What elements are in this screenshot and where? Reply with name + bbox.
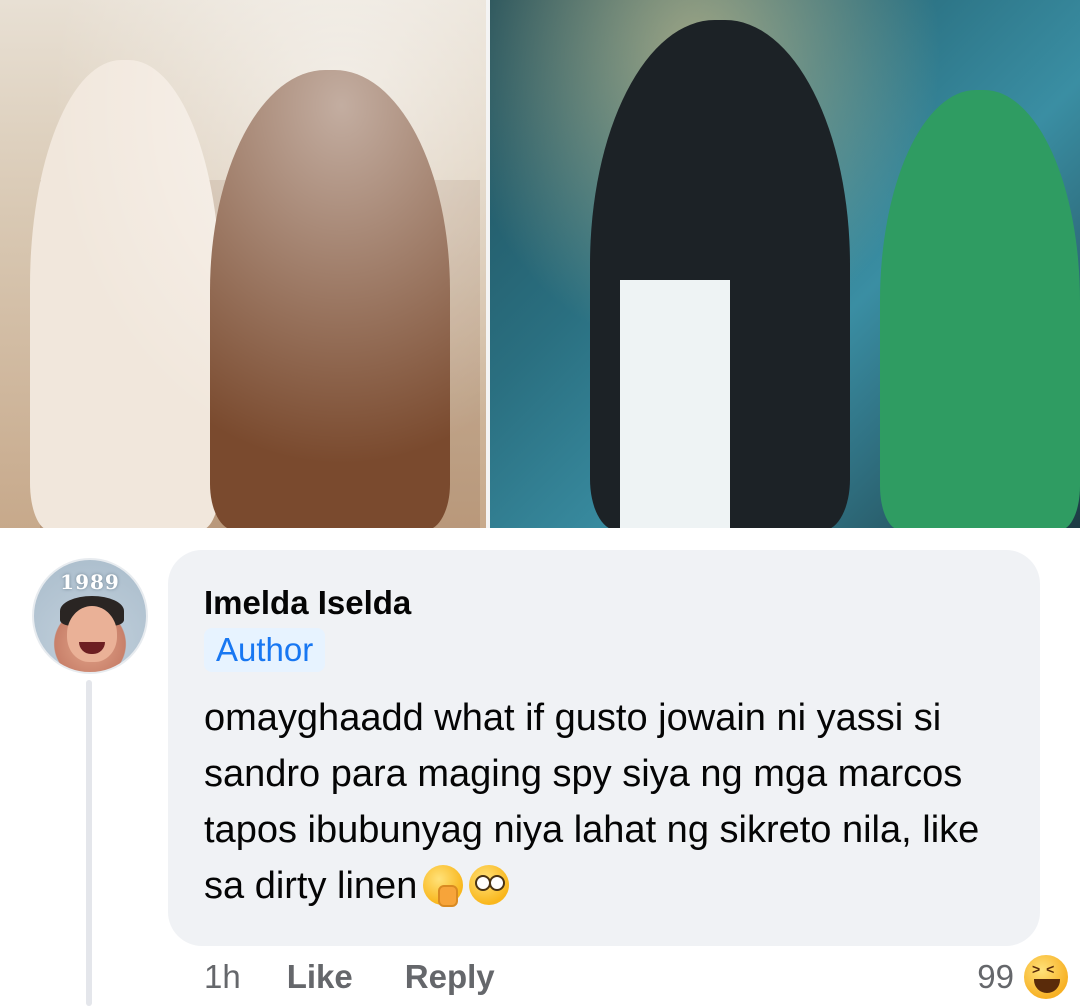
reaction-summary[interactable]: 99: [977, 953, 1070, 1001]
author-badge: Author: [204, 628, 326, 672]
reply-button[interactable]: Reply: [405, 958, 495, 996]
comment-bubble: Imelda Iselda Author omayghaadd what if …: [168, 550, 1040, 946]
face-with-hand-over-mouth-icon: [423, 865, 464, 907]
comment-actions: 1h Like Reply: [204, 956, 547, 998]
avatar-label: 1989: [60, 570, 120, 594]
haha-icon: [1022, 953, 1070, 1001]
reply-thread-line: [86, 680, 92, 1006]
comment-timestamp[interactable]: 1h: [204, 958, 241, 996]
author-name[interactable]: Imelda Iselda: [204, 584, 411, 622]
comment-body: omayghaadd what if gusto jowain ni yassi…: [204, 697, 980, 907]
post-image-collage[interactable]: [0, 0, 1080, 530]
flushed-face-icon: [469, 865, 510, 905]
photo-figure: [620, 280, 730, 530]
collage-divider: [486, 0, 490, 528]
like-button[interactable]: Like: [287, 958, 353, 996]
photo-light: [0, 0, 488, 528]
reaction-count: 99: [977, 958, 1014, 995]
avatar[interactable]: 1989: [32, 558, 148, 674]
comment: 1989 Imelda Iselda Author omayghaadd wha…: [0, 528, 1080, 1006]
comment-text: omayghaadd what if gusto jowain ni yassi…: [204, 690, 1024, 914]
left-photo[interactable]: [0, 0, 488, 528]
photo-figure: [880, 90, 1080, 530]
